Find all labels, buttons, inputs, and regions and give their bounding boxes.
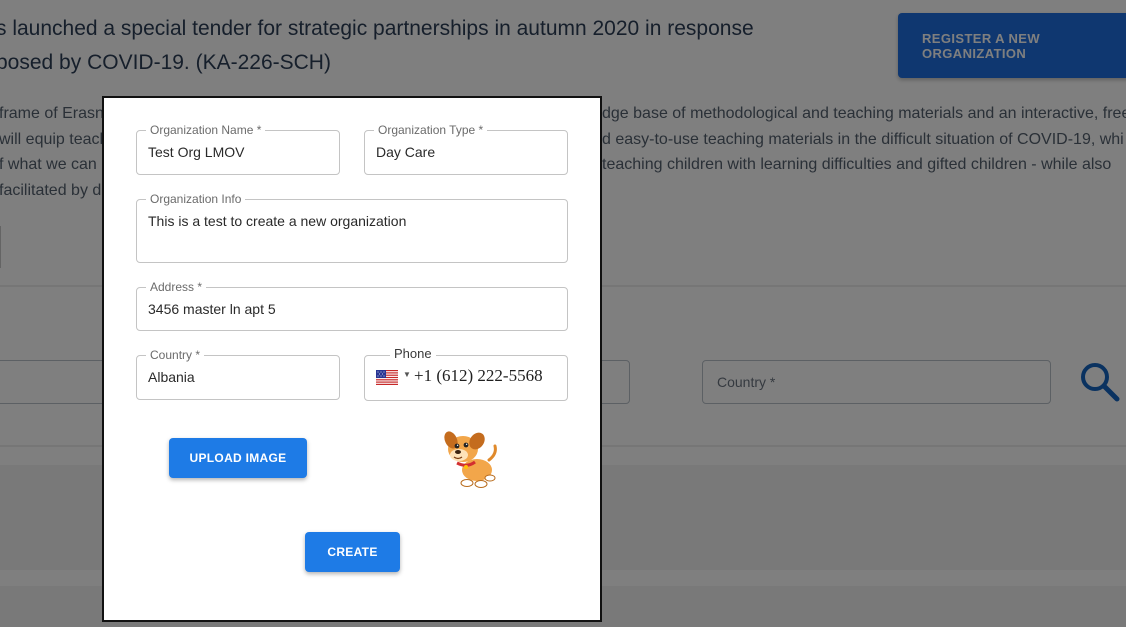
us-flag-icon[interactable]: [376, 370, 398, 385]
phone-label: Phone: [390, 347, 436, 361]
organization-type-value: Day Care: [376, 144, 436, 160]
organization-info-value: This is a test to create a new organizat…: [148, 213, 407, 229]
address-field[interactable]: Address * 3456 master ln apt 5: [136, 280, 568, 331]
organization-type-label: Organization Type *: [374, 123, 488, 137]
create-button[interactable]: CREATE: [305, 532, 400, 572]
organization-name-label: Organization Name *: [146, 123, 266, 137]
address-label: Address *: [146, 280, 207, 294]
organization-info-label: Organization Info: [146, 192, 246, 206]
upload-image-button[interactable]: UPLOAD IMAGE: [169, 438, 307, 478]
phone-value: +1 (612) 222-5568: [414, 366, 543, 385]
organization-name-field[interactable]: Organization Name * Test Org LMOV: [136, 123, 340, 175]
country-label: Country *: [146, 348, 205, 362]
organization-name-value: Test Org LMOV: [148, 144, 245, 160]
organization-type-field[interactable]: Organization Type * Day Care: [364, 123, 568, 175]
puppy-image: [444, 431, 497, 488]
country-code-dropdown-icon[interactable]: ▼: [403, 370, 411, 379]
country-field[interactable]: Country * Albania: [136, 348, 340, 400]
organization-info-field[interactable]: Organization Info This is a test to crea…: [136, 192, 568, 263]
create-organization-dialog: Organization Name * Test Org LMOV Organi…: [102, 96, 602, 622]
phone-field[interactable]: Phone ▼ +1 (612) 222-5568: [364, 347, 568, 401]
country-value: Albania: [148, 369, 195, 385]
address-value: 3456 master ln apt 5: [148, 301, 276, 317]
